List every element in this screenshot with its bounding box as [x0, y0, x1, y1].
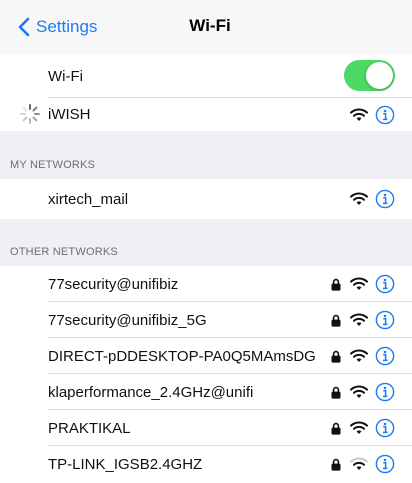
- section-header-other-networks: OTHER NETWORKS: [0, 219, 412, 266]
- network-row[interactable]: DIRECT-pDDESKTOP-PA0Q5MAmsDG: [0, 338, 412, 374]
- current-network-name: iWISH: [48, 106, 91, 123]
- lock-icon: [331, 278, 341, 291]
- network-name: DIRECT-pDDESKTOP-PA0Q5MAmsDG: [48, 347, 316, 365]
- section-title: MY NETWORKS: [10, 159, 96, 171]
- wifi-icon: [350, 108, 368, 121]
- wifi-icon: [350, 277, 368, 290]
- toggle-knob: [366, 62, 393, 89]
- section-header-my-networks: MY NETWORKS: [0, 131, 412, 179]
- network-row[interactable]: xirtech_mail: [0, 179, 412, 219]
- network-name: xirtech_mail: [48, 190, 129, 208]
- loading-spinner-icon: [20, 104, 40, 124]
- wifi-icon: [350, 421, 368, 434]
- info-icon[interactable]: [375, 418, 395, 438]
- wifi-icon: [350, 349, 368, 362]
- wifi-icon: [350, 385, 368, 398]
- navigation-bar: Settings Wi-Fi: [0, 0, 412, 54]
- network-name: klaperformance_2.4GHz@unifi: [48, 383, 254, 401]
- network-row[interactable]: 77security@unifibiz: [0, 266, 412, 302]
- wifi-toggle-label: Wi-Fi: [48, 67, 83, 85]
- network-row[interactable]: PRAKTIKAL: [0, 410, 412, 446]
- info-icon[interactable]: [375, 454, 395, 474]
- network-row[interactable]: klaperformance_2.4GHz@unifi: [0, 374, 412, 410]
- network-row[interactable]: TP-LINK_IGSB2.4GHZ: [0, 446, 412, 482]
- lock-icon: [331, 350, 341, 363]
- current-network-row[interactable]: iWISH: [0, 98, 412, 131]
- wifi-icon: [350, 313, 368, 326]
- wifi-icon: [350, 457, 368, 470]
- network-name: 77security@unifibiz: [48, 275, 179, 293]
- lock-icon: [331, 458, 341, 471]
- lock-icon: [331, 422, 341, 435]
- lock-icon: [331, 314, 341, 327]
- info-icon[interactable]: [375, 105, 395, 125]
- section-title: OTHER NETWORKS: [10, 246, 118, 258]
- info-icon[interactable]: [375, 382, 395, 402]
- info-icon[interactable]: [375, 189, 395, 209]
- page-title: Wi-Fi: [189, 16, 231, 35]
- network-row[interactable]: 77security@unifibiz_5G: [0, 302, 412, 338]
- info-icon[interactable]: [375, 274, 395, 294]
- lock-icon: [331, 386, 341, 399]
- network-name: 77security@unifibiz_5G: [48, 311, 207, 329]
- wifi-toggle-switch[interactable]: [344, 60, 395, 91]
- network-name: TP-LINK_IGSB2.4GHZ: [48, 455, 203, 473]
- wifi-icon: [350, 192, 368, 205]
- wifi-toggle-row: Wi-Fi: [0, 54, 412, 98]
- info-icon[interactable]: [375, 310, 395, 330]
- network-name: PRAKTIKAL: [48, 419, 131, 437]
- info-icon[interactable]: [375, 346, 395, 366]
